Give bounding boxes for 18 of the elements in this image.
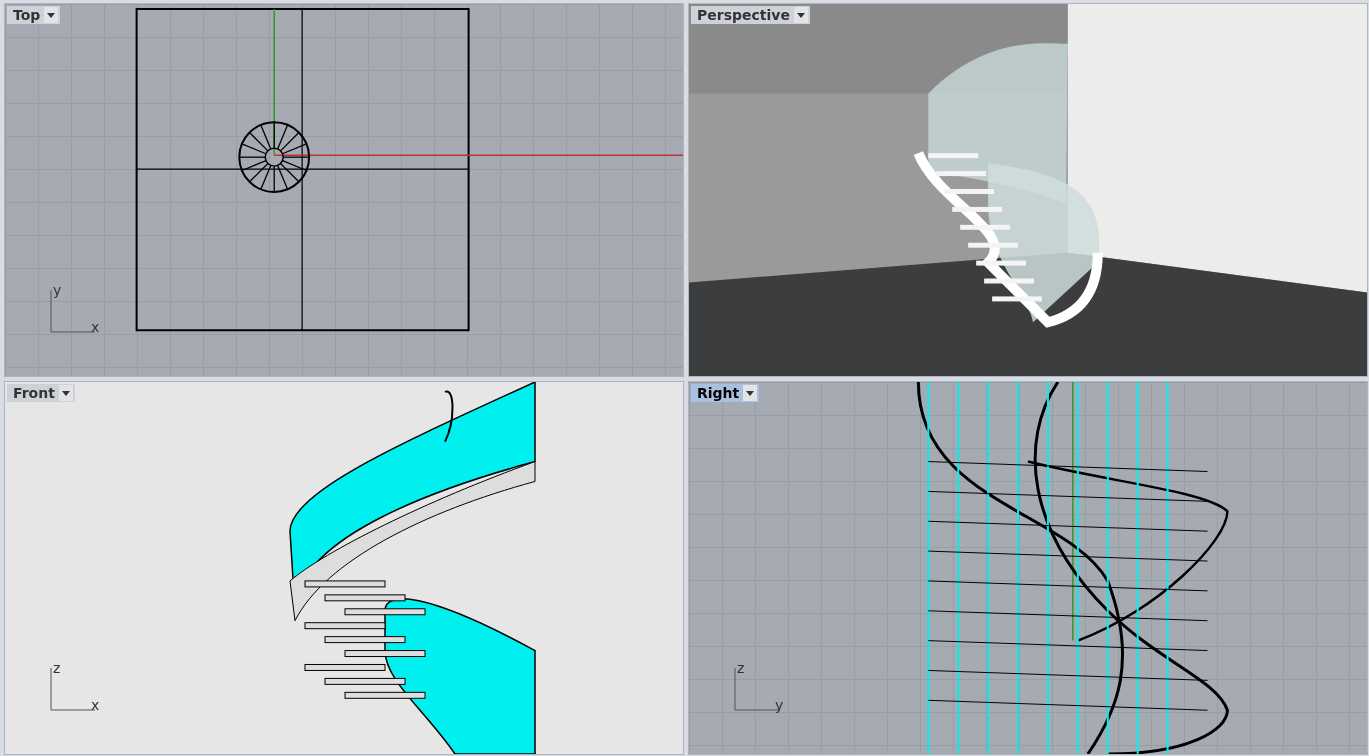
viewport-title-tab[interactable]: Front [7, 384, 75, 402]
viewport[interactable]: z y Right [688, 381, 1368, 755]
axis-label: y [53, 282, 62, 298]
viewport-title-tab[interactable]: Top [7, 6, 61, 24]
axis-label: z [737, 660, 745, 676]
caret-icon[interactable] [743, 385, 758, 401]
viewport-title-tab[interactable]: Right [691, 384, 760, 402]
viewport[interactable]: z x Front [4, 381, 684, 755]
caret-icon[interactable] [793, 7, 808, 23]
caret-icon[interactable] [58, 385, 73, 401]
axis-label: x [91, 697, 100, 713]
viewport-title-tab[interactable]: Perspective [691, 6, 810, 24]
caret-icon[interactable] [44, 7, 59, 23]
axis-label: z [53, 660, 61, 676]
axis-label: x [91, 319, 100, 335]
viewport[interactable]: Perspective [688, 3, 1368, 377]
axis-label: y [775, 697, 784, 713]
viewport[interactable]: y x Top [4, 3, 684, 377]
